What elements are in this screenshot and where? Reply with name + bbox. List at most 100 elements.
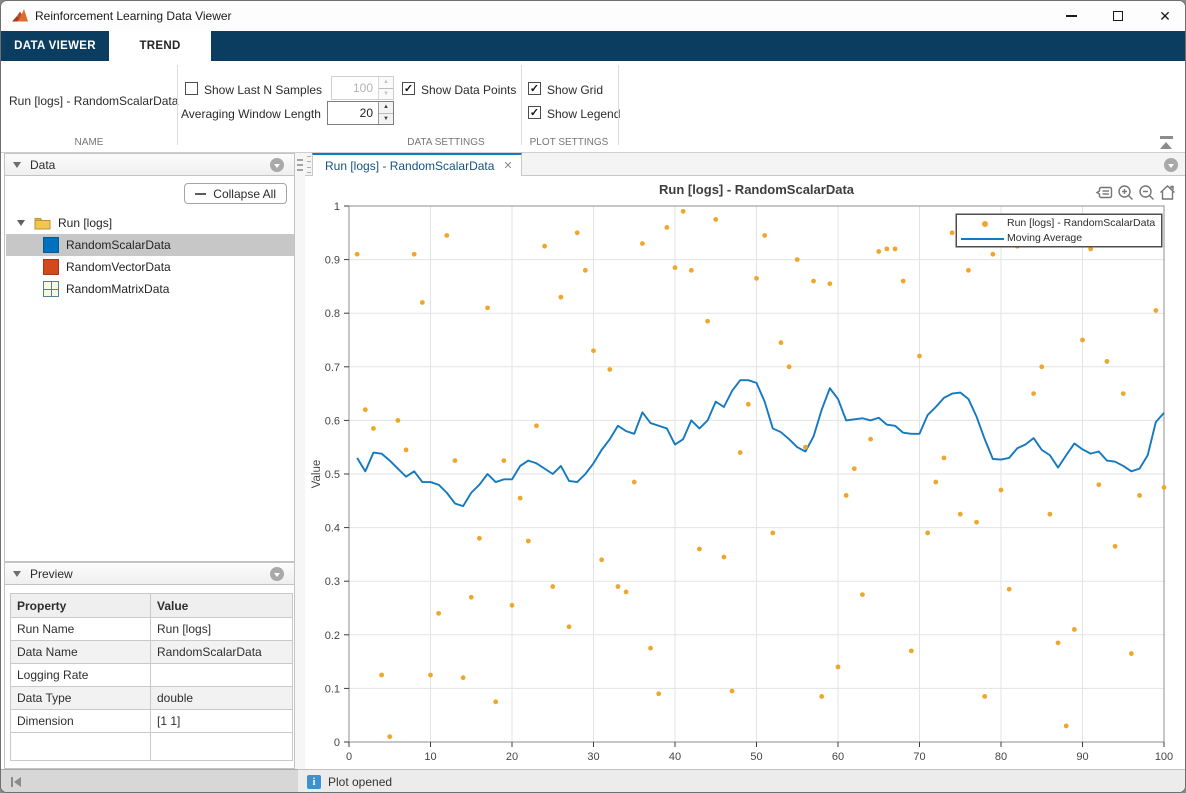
data-panel-header[interactable]: Data: [4, 153, 295, 176]
scatter-point[interactable]: [795, 257, 800, 262]
scatter-point[interactable]: [599, 557, 604, 562]
tree-item-randomvectordata[interactable]: RandomVectorData: [6, 256, 294, 278]
scatter-point[interactable]: [1088, 246, 1093, 251]
scatter-point[interactable]: [868, 437, 873, 442]
scatter-point[interactable]: [917, 354, 922, 359]
sidebar-collapse-icon[interactable]: [11, 777, 21, 787]
toolstrip-collapse-button[interactable]: [1156, 135, 1178, 151]
scatter-point[interactable]: [624, 590, 629, 595]
scatter-point[interactable]: [363, 407, 368, 412]
scatter-point[interactable]: [501, 458, 506, 463]
scatter-point[interactable]: [485, 305, 490, 310]
spinner-down-icon[interactable]: ▼: [379, 113, 393, 125]
averaging-window-spinner[interactable]: 20 ▲▼: [327, 101, 394, 125]
tree-node-run-logs[interactable]: Run [logs]: [6, 212, 294, 234]
scatter-point[interactable]: [428, 673, 433, 678]
zoom-out-icon[interactable]: [1136, 182, 1156, 202]
scatter-point[interactable]: [697, 547, 702, 552]
scatter-point[interactable]: [1031, 391, 1036, 396]
spinner-up-icon[interactable]: ▲: [379, 102, 393, 113]
panel-menu-icon[interactable]: [270, 158, 284, 172]
scatter-point[interactable]: [1162, 485, 1167, 490]
scatter-point[interactable]: [664, 225, 669, 230]
scatter-point[interactable]: [1096, 482, 1101, 487]
scatter-point[interactable]: [542, 244, 547, 249]
tabbar-menu-icon[interactable]: [1164, 158, 1178, 172]
scatter-point[interactable]: [436, 611, 441, 616]
scatter-point[interactable]: [779, 340, 784, 345]
scatter-point[interactable]: [1064, 724, 1069, 729]
scatter-point[interactable]: [656, 691, 661, 696]
scatter-point[interactable]: [1039, 364, 1044, 369]
scatter-point[interactable]: [640, 241, 645, 246]
scatter-point[interactable]: [616, 584, 621, 589]
scatter-point[interactable]: [893, 246, 898, 251]
tree-item-randommatrixdata[interactable]: RandomMatrixData: [6, 278, 294, 300]
panel-splitter[interactable]: [295, 153, 305, 769]
zoom-in-icon[interactable]: [1115, 182, 1135, 202]
scatter-point[interactable]: [575, 230, 580, 235]
close-button[interactable]: ✕: [1142, 1, 1186, 31]
scatter-point[interactable]: [836, 665, 841, 670]
scatter-point[interactable]: [1137, 493, 1142, 498]
scatter-point[interactable]: [811, 279, 816, 284]
scatter-point[interactable]: [1007, 587, 1012, 592]
scatter-point[interactable]: [387, 734, 392, 739]
scatter-point[interactable]: [420, 300, 425, 305]
scatter-point[interactable]: [982, 694, 987, 699]
tab-trend[interactable]: TREND: [109, 31, 211, 61]
scatter-point[interactable]: [730, 689, 735, 694]
scatter-point[interactable]: [1113, 544, 1118, 549]
scatter-point[interactable]: [909, 648, 914, 653]
scatter-point[interactable]: [933, 480, 938, 485]
preview-panel-header[interactable]: Preview: [4, 562, 295, 585]
scatter-point[interactable]: [999, 488, 1004, 493]
scatter-point[interactable]: [477, 536, 482, 541]
scatter-point[interactable]: [942, 456, 947, 461]
scatter-point[interactable]: [787, 364, 792, 369]
scatter-point[interactable]: [607, 367, 612, 372]
scatter-point[interactable]: [860, 592, 865, 597]
document-tab[interactable]: Run [logs] - RandomScalarData ✕: [312, 153, 522, 176]
scatter-point[interactable]: [518, 496, 523, 501]
scatter-point[interactable]: [1121, 391, 1126, 396]
scatter-point[interactable]: [974, 520, 979, 525]
scatter-point[interactable]: [713, 217, 718, 222]
restore-view-home-icon[interactable]: [1157, 182, 1177, 202]
scatter-point[interactable]: [876, 249, 881, 254]
scatter-point[interactable]: [705, 319, 710, 324]
scatter-point[interactable]: [550, 584, 555, 589]
scatter-point[interactable]: [950, 230, 955, 235]
scatter-point[interactable]: [559, 295, 564, 300]
scatter-point[interactable]: [689, 268, 694, 273]
scatter-point[interactable]: [673, 265, 678, 270]
panel-collapse-icon[interactable]: [13, 162, 21, 168]
scatter-point[interactable]: [746, 402, 751, 407]
scatter-point[interactable]: [1056, 640, 1061, 645]
spinner-down-icon[interactable]: ▼: [379, 88, 393, 100]
tab-close-icon[interactable]: ✕: [503, 159, 512, 172]
scatter-point[interactable]: [591, 348, 596, 353]
scatter-point[interactable]: [371, 426, 376, 431]
scatter-point[interactable]: [754, 276, 759, 281]
scatter-point[interactable]: [958, 512, 963, 517]
scatter-point[interactable]: [885, 246, 890, 251]
scatter-point[interactable]: [1080, 338, 1085, 343]
tree-item-randomscalardata[interactable]: RandomScalarData: [6, 234, 294, 256]
scatter-point[interactable]: [1129, 651, 1134, 656]
scatter-point[interactable]: [990, 252, 995, 257]
scatter-point[interactable]: [844, 493, 849, 498]
scatter-point[interactable]: [738, 450, 743, 455]
last-n-value[interactable]: 100: [332, 77, 378, 99]
chart-legend[interactable]: Run [logs] - RandomScalarData Moving Ave…: [956, 214, 1162, 247]
legend-entry-line[interactable]: Moving Average: [957, 231, 1161, 247]
scatter-point[interactable]: [770, 531, 775, 536]
show-legend-checkbox[interactable]: [528, 106, 541, 119]
maximize-button[interactable]: [1095, 1, 1141, 31]
scatter-point[interactable]: [583, 268, 588, 273]
scatter-point[interactable]: [444, 233, 449, 238]
scatter-point[interactable]: [355, 252, 360, 257]
show-last-n-checkbox[interactable]: [185, 82, 198, 95]
legend-entry-scatter[interactable]: Run [logs] - RandomScalarData: [957, 216, 1161, 232]
scatter-point[interactable]: [526, 539, 531, 544]
